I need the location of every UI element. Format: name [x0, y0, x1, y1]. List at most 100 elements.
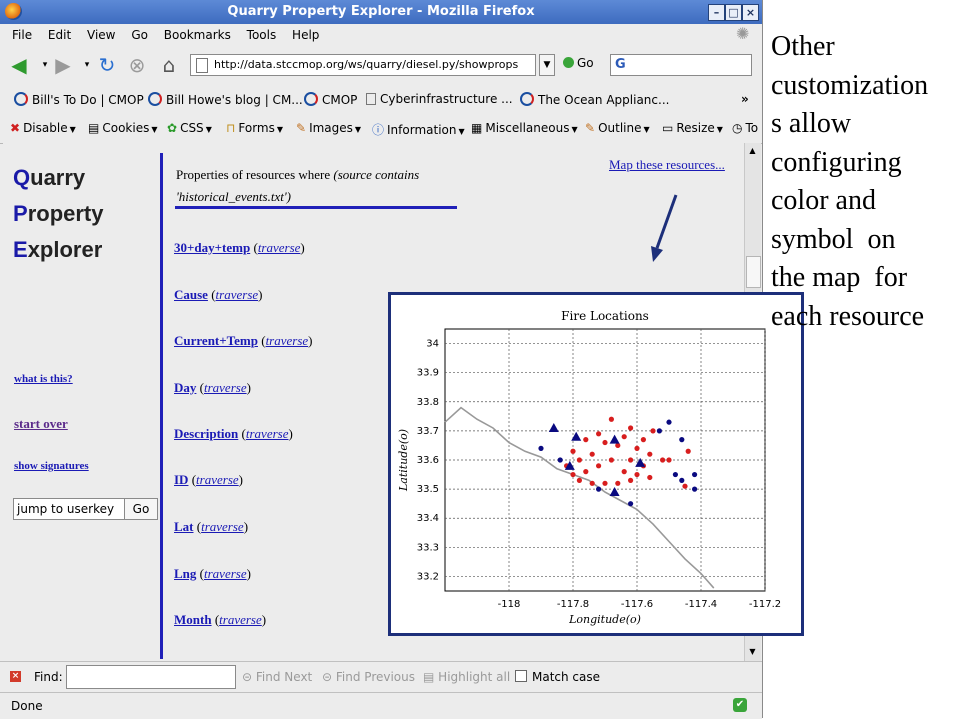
dev-resize-menu[interactable]: ▭ Resize ▼ — [662, 121, 723, 135]
css-icon: ✿ — [167, 121, 178, 135]
stop-icon[interactable]: ⊗ — [126, 54, 148, 76]
show-signatures-link[interactable]: show signatures — [14, 460, 89, 472]
dev-forms-menu[interactable]: ⊓ Forms ▼ — [226, 121, 283, 135]
start-over-link[interactable]: start over — [14, 416, 68, 432]
jump-go-button[interactable]: Go — [124, 498, 158, 520]
circle-point — [557, 457, 563, 463]
property-link[interactable]: Current+Temp — [174, 333, 258, 348]
logo-capital: P — [13, 201, 28, 226]
forward-history-dropdown-icon[interactable]: ▾ — [76, 54, 98, 76]
find-input[interactable] — [66, 665, 236, 689]
match-case-checkbox[interactable] — [515, 670, 527, 682]
scroll-up-arrow-icon[interactable]: ▲ — [746, 144, 759, 157]
logo-line-3: Explorer — [13, 232, 103, 268]
property-link[interactable]: Day — [174, 380, 196, 395]
dropdown-arrow-icon: ▼ — [571, 125, 578, 134]
traverse-link[interactable]: traverse — [196, 472, 239, 487]
menu-edit[interactable]: Edit — [48, 28, 71, 42]
go-button[interactable]: Go — [563, 56, 594, 70]
circle-point — [596, 431, 602, 437]
property-link[interactable]: 30+day+temp — [174, 240, 250, 255]
minimize-icon[interactable]: – — [708, 4, 725, 21]
url-input[interactable]: http://data.stccmop.org/ws/quarry/diesel… — [190, 54, 536, 76]
menu-help[interactable]: Help — [292, 28, 319, 42]
back-arrow-icon[interactable]: ◀ — [8, 54, 30, 76]
bookmark-bill-howe-blog[interactable]: Bill Howe's blog | CM... — [148, 92, 303, 107]
scroll-down-arrow-icon[interactable]: ▼ — [746, 645, 759, 658]
menu-go[interactable]: Go — [131, 28, 148, 42]
x-tick-label: -117.4 — [685, 599, 717, 610]
circle-point — [666, 419, 672, 425]
menu-tools[interactable]: Tools — [247, 28, 277, 42]
x-tick-label: -117.2 — [749, 599, 781, 610]
dev-tools-menu[interactable]: ◷ To — [732, 121, 758, 135]
property-link[interactable]: Description — [174, 426, 238, 441]
logo-capital: Q — [13, 165, 31, 190]
traverse-link[interactable]: traverse — [219, 612, 262, 627]
property-link[interactable]: Lat — [174, 519, 194, 534]
dropdown-arrow-icon: ▼ — [151, 125, 158, 134]
jump-to-userkey-input[interactable]: jump to userkey — [13, 498, 126, 520]
map-these-resources-link[interactable]: Map these resources... — [609, 157, 725, 173]
traverse-link[interactable]: traverse — [258, 240, 301, 255]
property-link[interactable]: Lng — [174, 566, 196, 581]
bookmark-bills-todo[interactable]: Bill's To Do | CMOP — [14, 92, 144, 107]
traverse-link[interactable]: traverse — [266, 333, 309, 348]
traverse-link[interactable]: traverse — [216, 287, 259, 302]
what-is-this-link[interactable]: what is this? — [14, 373, 73, 385]
search-input[interactable]: G — [610, 54, 752, 76]
bookmarks-overflow-chevron-icon[interactable]: » — [741, 92, 749, 106]
traverse-link[interactable]: traverse — [201, 519, 244, 534]
dev-menu-label: Disable — [23, 121, 68, 135]
url-dropdown-icon[interactable]: ▼ — [539, 54, 555, 76]
bookmark-ocean-appliance[interactable]: The Ocean Applianc... — [520, 92, 669, 107]
bookmark-cmop[interactable]: CMOP — [304, 92, 357, 107]
y-tick-label: 33.5 — [417, 484, 439, 495]
highlight-all-button[interactable]: ▤ Highlight all — [423, 670, 510, 684]
menu-bookmarks[interactable]: Bookmarks — [164, 28, 231, 42]
cmop-favicon-icon — [14, 92, 28, 106]
annotation-arrow-icon — [651, 194, 678, 262]
maximize-icon[interactable]: □ — [725, 4, 742, 21]
close-icon[interactable]: × — [742, 4, 759, 21]
home-icon[interactable]: ⌂ — [158, 54, 180, 76]
circle-point — [608, 416, 614, 422]
find-next-button[interactable]: ⊝ Find Next — [242, 670, 312, 684]
dev-outline-menu[interactable]: ✎ Outline ▼ — [585, 121, 650, 135]
traverse-link[interactable]: traverse — [204, 566, 247, 581]
circle-point — [621, 434, 627, 440]
dropdown-arrow-icon: ▼ — [643, 125, 650, 134]
find-next-label: Find Next — [255, 670, 313, 684]
circle-point — [538, 445, 544, 451]
y-tick-label: 33.6 — [417, 455, 439, 466]
dropdown-arrow-icon: ▼ — [205, 125, 212, 134]
find-previous-button[interactable]: ⊝ Find Previous — [322, 670, 415, 684]
circle-point — [576, 477, 582, 483]
quarry-logo: Quarry Property Explorer — [13, 160, 103, 268]
dropdown-arrow-icon: ▼ — [276, 125, 284, 134]
find-close-icon[interactable]: × — [10, 671, 21, 682]
reload-icon[interactable]: ↻ — [96, 54, 118, 76]
dropdown-arrow-icon: ▼ — [69, 125, 76, 134]
menu-file[interactable]: File — [12, 28, 32, 42]
dev-miscellaneous-menu[interactable]: ▦ Miscellaneous ▼ — [471, 121, 578, 135]
scrollbar-thumb[interactable] — [746, 256, 761, 288]
circle-point — [679, 437, 685, 443]
menu-view[interactable]: View — [87, 28, 115, 42]
dev-cookies-menu[interactable]: ▤ Cookies ▼ — [88, 121, 157, 135]
heading-condition: (source contains — [333, 167, 420, 182]
dev-css-menu[interactable]: ✿ CSS ▼ — [167, 121, 212, 135]
dev-information-menu[interactable]: ⓘ Information ▼ — [372, 121, 465, 138]
property-link[interactable]: ID — [174, 472, 188, 487]
property-link[interactable]: Month — [174, 612, 212, 627]
highlight-icon: ▤ — [423, 670, 435, 684]
circle-point — [634, 471, 640, 478]
dev-images-menu[interactable]: ✎ Images ▼ — [296, 121, 361, 135]
bookmark-cyberinfrastructure[interactable]: Cyberinfrastructure ... — [366, 92, 513, 106]
traverse-link[interactable]: traverse — [204, 380, 247, 395]
property-link[interactable]: Cause — [174, 287, 208, 302]
y-tick-label: 33.2 — [417, 571, 439, 582]
traverse-link[interactable]: traverse — [246, 426, 289, 441]
forward-arrow-icon[interactable]: ▶ — [52, 54, 74, 76]
dev-disable-menu[interactable]: ✖ Disable ▼ — [10, 121, 76, 135]
